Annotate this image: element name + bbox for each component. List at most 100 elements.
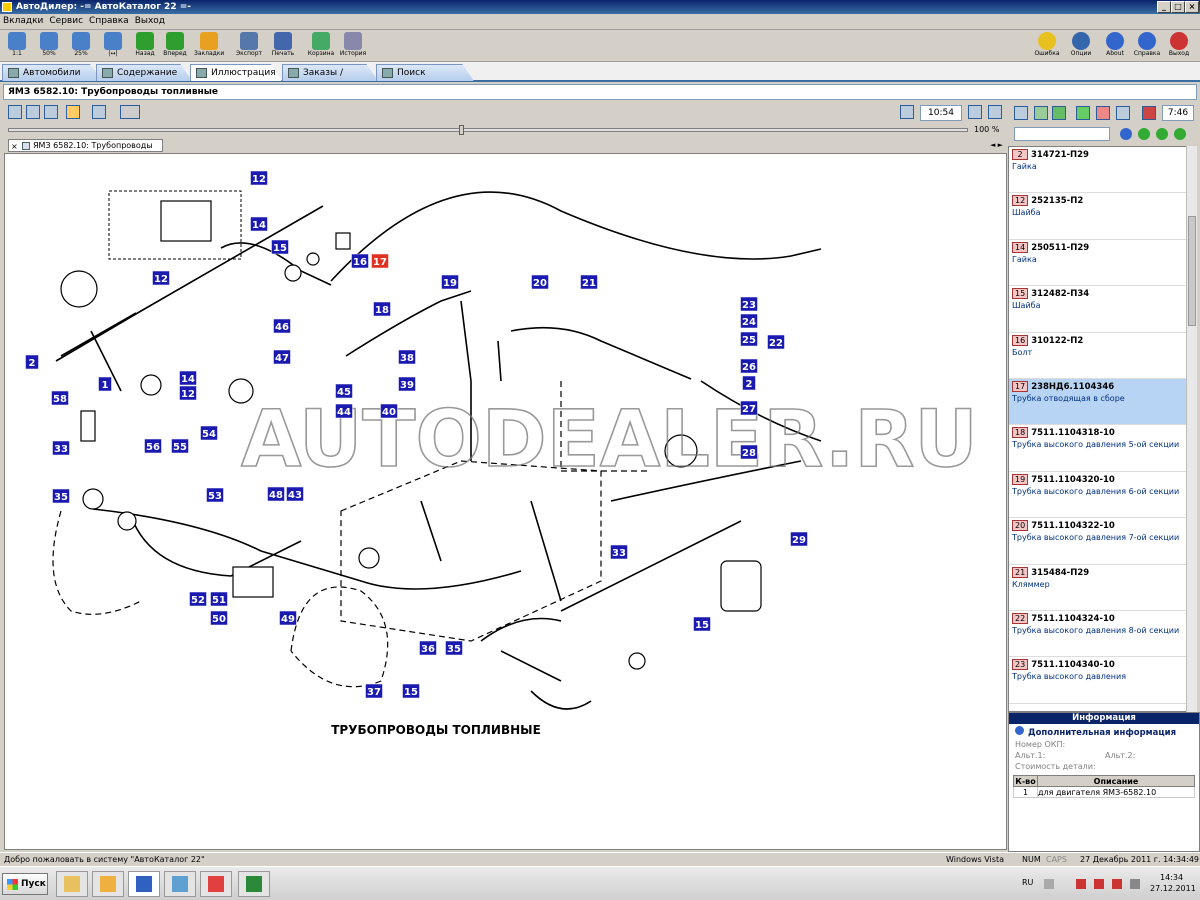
callout-58[interactable]: 58 bbox=[51, 390, 69, 406]
toolbar-zoom-1-button[interactable]: 1:1 bbox=[2, 32, 32, 60]
callout-56[interactable]: 56 bbox=[144, 438, 162, 454]
minimize-button[interactable]: _ bbox=[1157, 1, 1171, 13]
doc-nav-arrows[interactable]: ◄ ► bbox=[990, 141, 1003, 149]
part-row[interactable]: 20 7511.1104322-10 Трубка высокого давлени… bbox=[1009, 518, 1195, 565]
callout-44[interactable]: 44 bbox=[335, 403, 353, 419]
part-row[interactable]: 23 7511.1104340-10 Трубка высокого давлени… bbox=[1009, 657, 1195, 704]
start-button[interactable]: Пуск bbox=[2, 873, 48, 895]
parts-search-input[interactable] bbox=[1014, 127, 1110, 141]
callout-48[interactable]: 48 bbox=[267, 486, 285, 502]
callout-12[interactable]: 12 bbox=[152, 270, 170, 286]
volume-tray-icon[interactable] bbox=[1130, 879, 1140, 889]
tray-clock[interactable]: 14:34 bbox=[1160, 873, 1183, 882]
toolbar-help-button[interactable]: Справка bbox=[1132, 32, 1162, 60]
taskbar-excel[interactable] bbox=[238, 871, 270, 897]
panel-icon[interactable] bbox=[988, 105, 1002, 119]
callout-1[interactable]: 1 bbox=[98, 376, 112, 392]
basket-icon[interactable] bbox=[1142, 106, 1156, 120]
scroll-thumb[interactable] bbox=[1188, 216, 1196, 326]
callout-54[interactable]: 54 bbox=[200, 425, 218, 441]
parts-list[interactable]: 2 314721-П29 Гайка 12 252135-П2 Шайба 14 250511… bbox=[1008, 146, 1196, 712]
filter-icon[interactable] bbox=[1052, 106, 1066, 120]
callout-23[interactable]: 23 bbox=[740, 296, 758, 312]
callout-15[interactable]: 15 bbox=[271, 239, 289, 255]
callout-21[interactable]: 21 bbox=[580, 274, 598, 290]
callout-2[interactable]: 2 bbox=[25, 354, 39, 370]
taskbar-paint[interactable] bbox=[164, 871, 196, 897]
toolbar-zoom-25-button[interactable]: 25% bbox=[66, 32, 96, 60]
callout-16[interactable]: 16 bbox=[351, 253, 369, 269]
callout-55[interactable]: 55 bbox=[171, 438, 189, 454]
callout-49[interactable]: 49 bbox=[279, 610, 297, 626]
callout-26[interactable]: 26 bbox=[740, 358, 758, 374]
remove-icon[interactable] bbox=[1096, 106, 1110, 120]
callout-40[interactable]: 40 bbox=[380, 403, 398, 419]
document-tab[interactable]: × ЯМЗ 6582.10: Трубопроводы т... bbox=[8, 139, 163, 161]
callout-15[interactable]: 15 bbox=[402, 683, 420, 699]
tab-cars[interactable]: Автомобили bbox=[2, 64, 102, 81]
target-icon[interactable] bbox=[44, 105, 58, 119]
part-row[interactable]: 12 252135-П2 Шайба bbox=[1009, 193, 1195, 240]
refresh-icon[interactable] bbox=[1034, 106, 1048, 120]
toolbar-about-button[interactable]: About bbox=[1100, 32, 1130, 60]
callout-45[interactable]: 45 bbox=[335, 383, 353, 399]
toolbar-print-button[interactable]: Печать bbox=[268, 32, 298, 60]
callout-50[interactable]: 50 bbox=[210, 610, 228, 626]
camera-icon[interactable] bbox=[92, 105, 106, 119]
callout-20[interactable]: 20 bbox=[531, 274, 549, 290]
callout-22[interactable]: 22 bbox=[767, 334, 785, 350]
layout-icon[interactable] bbox=[968, 105, 982, 119]
copy-icon[interactable] bbox=[1014, 106, 1028, 120]
callout-28[interactable]: 28 bbox=[740, 444, 758, 460]
toolbar-exit-button[interactable]: Выход bbox=[1164, 32, 1194, 60]
callout-29[interactable]: 29 bbox=[790, 531, 808, 547]
callout-33[interactable]: 33 bbox=[610, 544, 628, 560]
toolbar-cart-button[interactable]: Корзина bbox=[306, 32, 336, 60]
toolbar-forward-button[interactable]: Вперед bbox=[160, 32, 190, 60]
callout-36[interactable]: 36 bbox=[419, 640, 437, 656]
callout-17[interactable]: 17 bbox=[371, 253, 389, 269]
menu-service[interactable]: Сервис bbox=[46, 14, 86, 28]
toolbar-zoom-50-button[interactable]: 50% bbox=[34, 32, 64, 60]
tab-search[interactable]: Поиск bbox=[376, 64, 474, 81]
callout-39[interactable]: 39 bbox=[398, 376, 416, 392]
toolbar-history-button[interactable]: История bbox=[338, 32, 368, 60]
part-row[interactable]: 17 238НД6.1104346 Трубка отводящая в сборе bbox=[1009, 378, 1195, 426]
callout-46[interactable]: 46 bbox=[273, 318, 291, 334]
close-button[interactable]: × bbox=[1185, 1, 1199, 13]
callout-53[interactable]: 53 bbox=[206, 487, 224, 503]
callout-14[interactable]: 14 bbox=[250, 216, 268, 232]
part-row[interactable]: 14 250511-П29 Гайка bbox=[1009, 240, 1195, 287]
part-row[interactable]: 15 312482-П34 Шайба bbox=[1009, 286, 1195, 333]
toolbar-options-button[interactable]: Опции bbox=[1066, 32, 1096, 60]
tab-orders[interactable]: Заказы / Прайсы bbox=[282, 64, 378, 81]
menu-help[interactable]: Справка bbox=[86, 14, 132, 28]
part-row[interactable]: 2 314721-П29 Гайка bbox=[1009, 147, 1195, 194]
part-row[interactable]: 21 315484-П29 Кляммер bbox=[1009, 565, 1195, 611]
grid-icon[interactable] bbox=[26, 105, 40, 119]
part-row[interactable]: 18 7511.1104318-10 Трубка высокого давлени… bbox=[1009, 425, 1195, 472]
update-tray-icon[interactable] bbox=[1112, 879, 1122, 889]
nav-last-icon[interactable] bbox=[1174, 128, 1186, 140]
callout-27[interactable]: 27 bbox=[740, 400, 758, 416]
taskbar-autocatalog[interactable] bbox=[128, 871, 160, 897]
callout-43[interactable]: 43 bbox=[286, 486, 304, 502]
nav-first-icon[interactable] bbox=[1120, 128, 1132, 140]
illustration-canvas[interactable]: AUTODEALER.RU ТРУБОПРОВОДЫ ТОПЛИВНЫЕ 12 1… bbox=[4, 153, 1007, 850]
callout-15[interactable]: 15 bbox=[693, 616, 711, 632]
star-icon[interactable] bbox=[66, 105, 80, 119]
callout-37[interactable]: 37 bbox=[365, 683, 383, 699]
callout-25[interactable]: 25 bbox=[740, 331, 758, 347]
callout-35[interactable]: 35 bbox=[445, 640, 463, 656]
slider-thumb[interactable] bbox=[459, 125, 464, 135]
menu-exit[interactable]: Выход bbox=[132, 14, 168, 28]
refresh-icon[interactable] bbox=[8, 105, 22, 119]
nav-prev-icon[interactable] bbox=[1138, 128, 1150, 140]
callout-52[interactable]: 52 bbox=[189, 591, 207, 607]
toolbar-error-button[interactable]: Ошибка bbox=[1032, 32, 1062, 60]
maximize-button[interactable]: □ bbox=[1171, 1, 1185, 13]
callout-19[interactable]: 19 bbox=[441, 274, 459, 290]
toolbar-export-button[interactable]: Экспорт bbox=[234, 32, 264, 60]
callout-12[interactable]: 12 bbox=[250, 170, 268, 186]
callout-18[interactable]: 18 bbox=[373, 301, 391, 317]
